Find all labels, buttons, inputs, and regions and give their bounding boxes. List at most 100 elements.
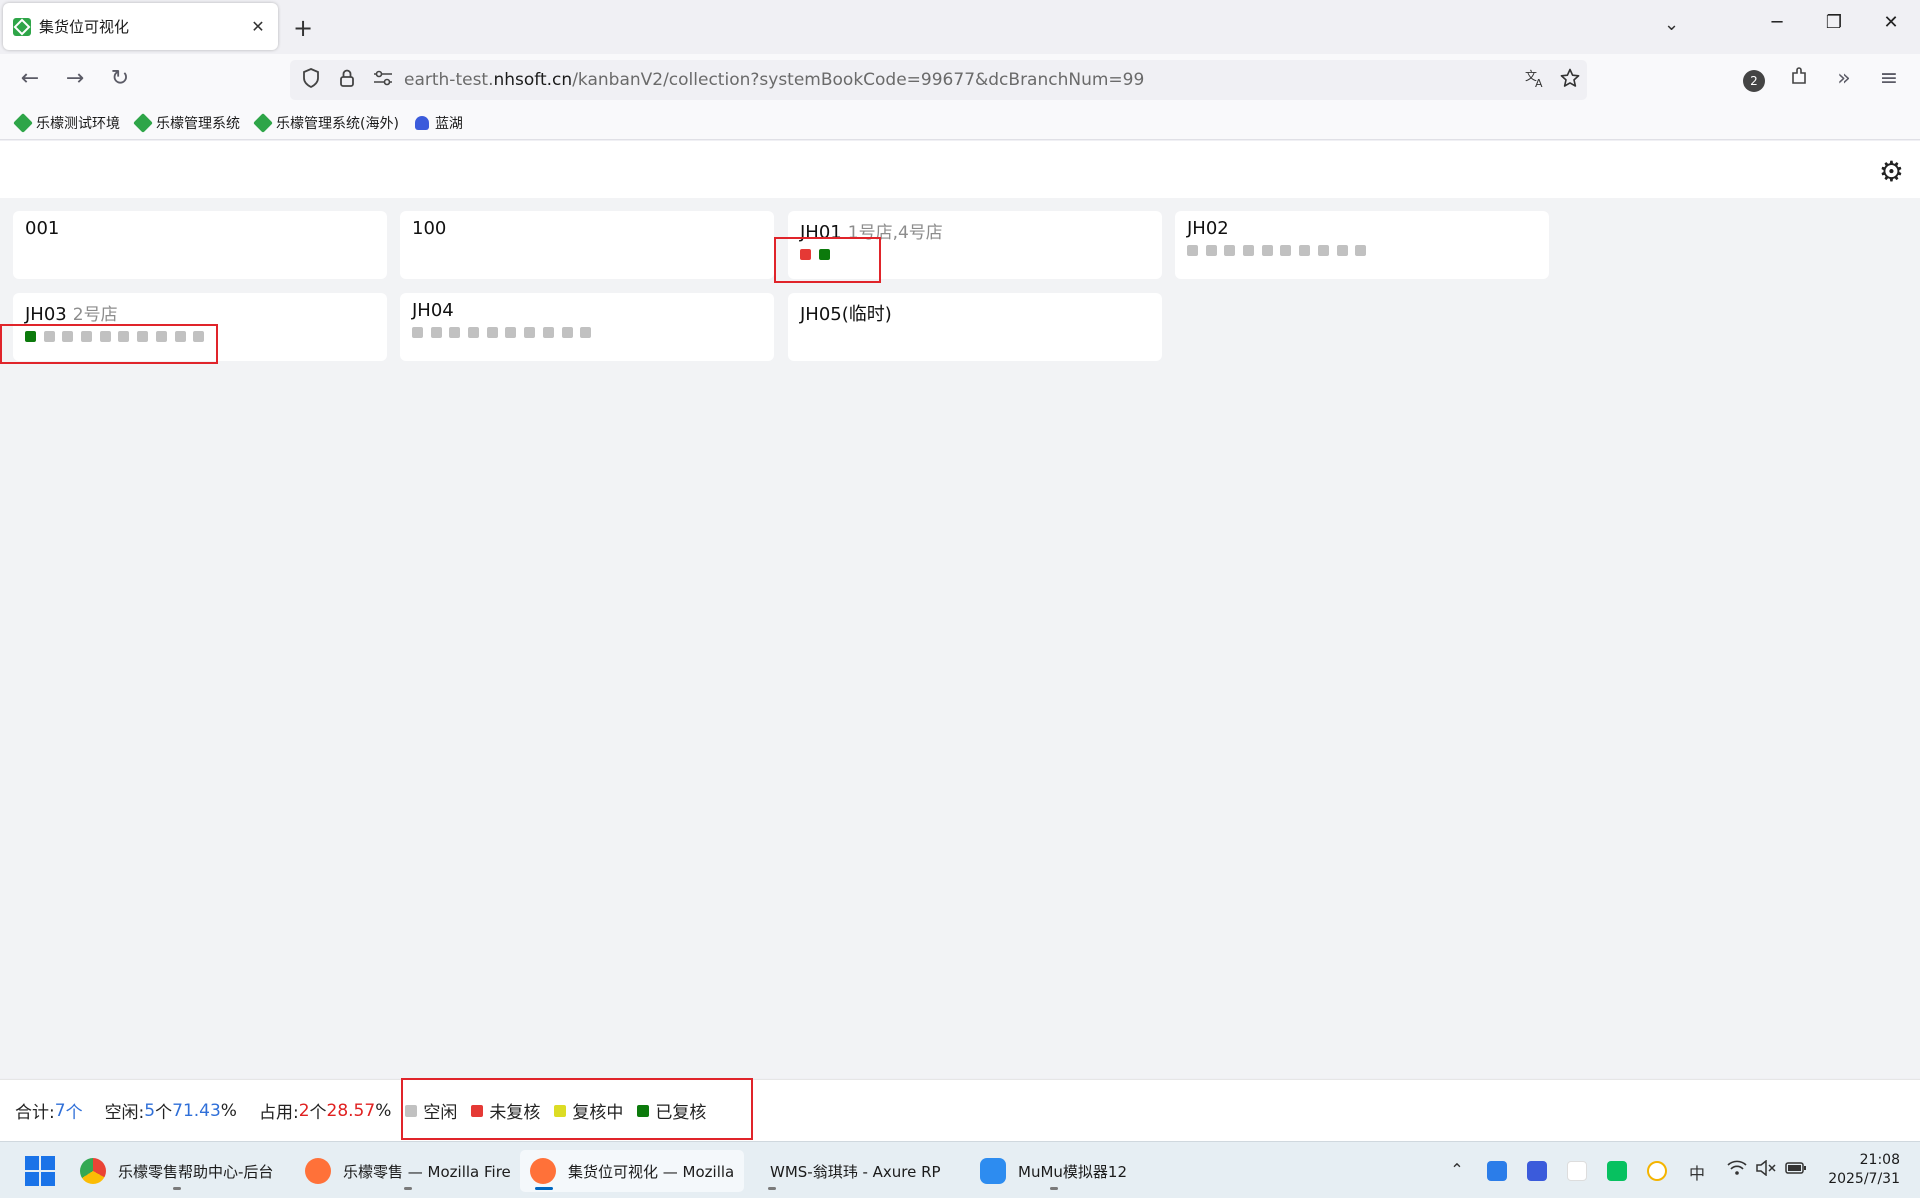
bookmark-favicon-icon <box>13 112 33 133</box>
taskbar-indicator <box>403 1187 412 1190</box>
mumu-icon <box>980 1158 1006 1184</box>
todo-tray-icon[interactable] <box>1647 1161 1667 1181</box>
permissions-icon[interactable] <box>368 70 398 91</box>
bookmark-item[interactable]: 乐檬测试环境 <box>13 112 120 133</box>
url-text[interactable]: earth-test.nhsoft.cn/kanbanV2/collection… <box>404 70 1519 90</box>
occupied-percent: 28.57 <box>326 1100 376 1121</box>
bookmark-star-icon[interactable] <box>1553 68 1587 93</box>
taskbar-indicator <box>172 1187 181 1190</box>
taskbar-app-label: 乐檬零售帮助中心-后台 <box>118 1162 274 1181</box>
settings-gear-icon[interactable]: ⚙ <box>1879 155 1904 188</box>
address-bar[interactable]: earth-test.nhsoft.cn/kanbanV2/collection… <box>290 60 1587 100</box>
clock-date: 2025/7/31 <box>1828 1171 1900 1187</box>
svg-text:A: A <box>1535 77 1543 88</box>
slot-gray-icon[interactable] <box>412 327 423 338</box>
idle-label: 空闲: <box>104 1103 145 1123</box>
bookmark-label: 乐檬测试环境 <box>36 115 120 132</box>
tab-close-icon[interactable]: ✕ <box>248 17 268 36</box>
extensions-icon[interactable] <box>1785 66 1815 92</box>
location-card[interactable]: JH05(临时) <box>788 293 1162 361</box>
slot-gray-icon[interactable] <box>1205 245 1217 256</box>
more-tools-icon[interactable]: » <box>1829 66 1859 91</box>
speaker-muted-icon[interactable] <box>1752 1159 1780 1180</box>
location-card[interactable]: JH04 <box>400 293 774 361</box>
system-clock[interactable]: 21:08 2025/7/31 <box>1828 1151 1900 1189</box>
window-restore-icon[interactable]: ❐ <box>1814 12 1854 33</box>
idle-percent: 71.43 <box>172 1100 221 1121</box>
bookmark-label: 蓝湖 <box>434 115 463 132</box>
list-all-tabs-icon[interactable]: ⌄ <box>1664 14 1679 35</box>
firefox-icon <box>530 1158 556 1184</box>
slot-gray-icon[interactable] <box>1336 245 1348 256</box>
slot-gray-icon[interactable] <box>1261 245 1273 256</box>
slot-gray-icon[interactable] <box>1355 245 1367 256</box>
taskbar-app[interactable]: MuMu模拟器12 <box>970 1150 1137 1192</box>
translate-icon[interactable]: 文A <box>1519 68 1553 93</box>
taskbar-app[interactable]: 乐檬零售 — Mozilla Fire <box>295 1150 521 1192</box>
navigation-toolbar: ← → ↻ earth-test.nhsoft.cn/kanbanV2/coll… <box>0 54 1920 106</box>
firefox-icon <box>305 1158 331 1184</box>
slot-gray-icon[interactable] <box>524 327 536 338</box>
reload-icon[interactable]: ↻ <box>105 66 135 91</box>
taskbar-app[interactable]: WMS-翁琪玮 - Axure RP <box>760 1150 951 1192</box>
taskbar-app-label: WMS-翁琪玮 - Axure RP <box>770 1162 941 1181</box>
location-card[interactable]: JH02 <box>1175 211 1549 279</box>
slot-gray-icon[interactable] <box>1187 245 1198 256</box>
total-label: 合计: <box>15 1103 55 1123</box>
app-menu-icon[interactable]: ≡ <box>1874 66 1904 91</box>
slot-gray-icon[interactable] <box>1224 245 1236 256</box>
slot-gray-icon[interactable] <box>449 327 461 338</box>
taskbar-app-label: 乐檬零售 — Mozilla Fire <box>343 1162 511 1181</box>
shield-icon[interactable] <box>296 67 326 93</box>
slot-gray-icon[interactable] <box>1280 245 1292 256</box>
wifi-icon[interactable] <box>1723 1160 1751 1180</box>
back-icon[interactable]: ← <box>15 66 45 91</box>
highlight-box <box>0 324 218 364</box>
location-card[interactable]: 100 <box>400 211 774 279</box>
location-name: 001 <box>25 218 60 239</box>
taskbar-app[interactable]: 集货位可视化 — Mozilla <box>520 1150 745 1192</box>
slot-gray-icon[interactable] <box>430 327 442 338</box>
unit-text: 个 <box>65 1103 83 1123</box>
wechat-tray-icon[interactable] <box>1607 1161 1627 1181</box>
forward-icon[interactable]: → <box>60 66 90 91</box>
feishu-tray-icon[interactable] <box>1487 1161 1507 1181</box>
bookmark-item[interactable]: 乐檬管理系统 <box>133 112 240 133</box>
tab-title: 集货位可视化 <box>39 18 130 36</box>
extension-badge-icon[interactable]: 2 <box>1743 70 1765 92</box>
bookmark-label: 乐檬管理系统(海外) <box>276 115 399 132</box>
location-name: JH04 <box>412 300 454 321</box>
slot-gray-icon[interactable] <box>542 327 554 338</box>
gmail-tray-icon[interactable] <box>1567 1161 1587 1181</box>
slot-gray-icon[interactable] <box>1299 245 1311 256</box>
slot-gray-icon[interactable] <box>468 327 480 338</box>
slot-gray-icon[interactable] <box>1243 245 1255 256</box>
battery-icon[interactable] <box>1782 1160 1810 1179</box>
bookmark-item[interactable]: 乐檬管理系统(海外) <box>253 112 399 133</box>
slot-row <box>1187 245 1537 256</box>
bookmark-item[interactable]: 蓝湖 <box>414 113 463 133</box>
location-stores: 2号店 <box>72 305 118 325</box>
windows-start-icon[interactable] <box>25 1156 55 1186</box>
taskbar-indicator <box>535 1187 553 1190</box>
slot-gray-icon[interactable] <box>580 327 592 338</box>
input-method-icon[interactable]: 中 <box>1683 1160 1711 1184</box>
browser-tab[interactable]: 集货位可视化 ✕ <box>3 3 278 50</box>
bookmark-label: 乐檬管理系统 <box>156 115 240 132</box>
lanhu-tray-icon[interactable] <box>1527 1161 1547 1181</box>
tab-strip: 集货位可视化 ✕ + ⌄ ─ ❐ ✕ <box>0 0 1920 54</box>
occupied-label: 占用: <box>258 1103 299 1123</box>
location-card[interactable]: 001 <box>13 211 387 279</box>
window-minimize-icon[interactable]: ─ <box>1757 12 1797 33</box>
slot-gray-icon[interactable] <box>561 327 573 338</box>
tray-overflow-icon[interactable]: ⌃ <box>1443 1160 1471 1179</box>
percent-sign: % <box>375 1100 392 1121</box>
total-count: 7 <box>54 1100 66 1121</box>
window-close-icon[interactable]: ✕ <box>1871 12 1911 33</box>
slot-gray-icon[interactable] <box>486 327 498 338</box>
taskbar-app[interactable]: 乐檬零售帮助中心-后台 <box>70 1150 283 1192</box>
slot-gray-icon[interactable] <box>1317 245 1329 256</box>
slot-gray-icon[interactable] <box>505 327 517 338</box>
lock-icon[interactable] <box>332 68 362 93</box>
new-tab-icon[interactable]: + <box>293 14 313 42</box>
